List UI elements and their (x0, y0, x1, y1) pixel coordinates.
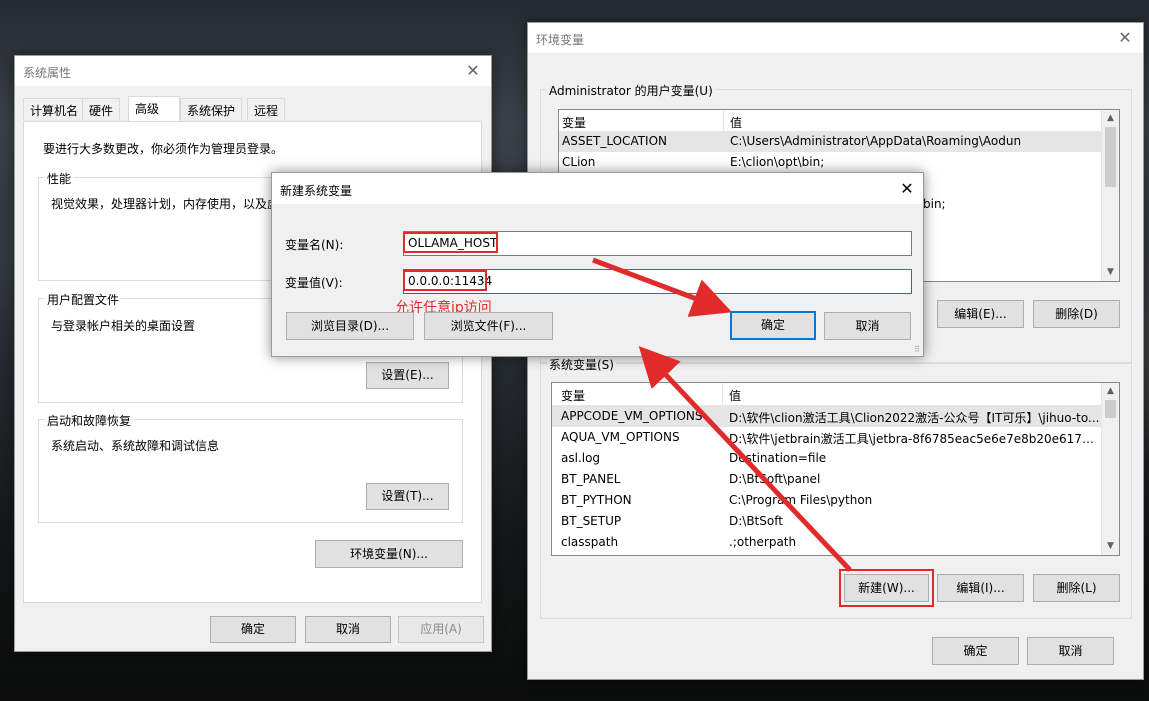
column-header-value[interactable]: 值 (729, 387, 741, 404)
scroll-thumb[interactable] (1105, 400, 1116, 418)
edit-variable-button[interactable]: 编辑(I)... (937, 574, 1024, 602)
table-row[interactable]: BT_PANEL D:\BtSoft\panel (552, 469, 1102, 490)
performance-label: 性能 (45, 170, 74, 187)
cancel-button[interactable]: 取消 (824, 312, 911, 340)
table-row[interactable]: CLion E:\clion\opt\bin; (559, 152, 1102, 173)
tab-advanced[interactable]: 高级 (128, 96, 180, 121)
highlight-variable-name (403, 232, 498, 253)
scroll-down-icon[interactable]: ▼ (1102, 264, 1119, 281)
variable-name: classpath (561, 535, 619, 549)
variable-value: E:\clion\opt\bin; (730, 155, 825, 169)
close-icon[interactable]: ✕ (461, 60, 485, 82)
system-variables-group: 系统变量(S) 变量 值 APPCODE_VM_OPTIONS D:\软件\cl… (540, 356, 1132, 619)
variable-value: D:\软件\clion激活工具\Clion2022激活-公众号【IT可乐】\ji… (729, 411, 1100, 425)
scroll-up-icon[interactable]: ▲ (1102, 383, 1119, 400)
user-profile-desc: 与登录帐户相关的桌面设置 (51, 319, 196, 333)
system-variables-list[interactable]: 变量 值 APPCODE_VM_OPTIONS D:\软件\clion激活工具\… (551, 382, 1120, 556)
variable-value: D:\软件\jetbrain激活工具\jetbra-8f6785eac5e6e7… (729, 432, 1101, 446)
variable-name: CLion (562, 155, 596, 169)
dialog-title: 新建系统变量 (280, 184, 353, 198)
highlight-variable-value (403, 270, 487, 291)
tab-remote[interactable]: 远程 (247, 98, 286, 120)
variable-value: .;otherpath (729, 535, 797, 549)
scroll-down-icon[interactable]: ▼ (1102, 538, 1119, 555)
list-header: 变量 值 (552, 383, 1102, 406)
environment-variables-button[interactable]: 环境变量(N)... (315, 540, 463, 568)
variable-value: D:\BtSoft (729, 514, 783, 528)
window-title: 环境变量 (536, 33, 585, 47)
variable-name: APPCODE_VM_OPTIONS (561, 409, 703, 423)
vertical-scrollbar[interactable]: ▲ ▼ (1101, 383, 1119, 555)
highlight-new-button (839, 569, 934, 607)
column-divider[interactable] (723, 110, 724, 132)
variable-value: C:\Program Files\python (729, 493, 873, 507)
vertical-scrollbar[interactable]: ▲ ▼ (1101, 110, 1119, 281)
system-variables-label: 系统变量(S) (547, 356, 616, 373)
startup-recovery-label: 启动和故障恢复 (45, 412, 134, 429)
user-profile-label: 用户配置文件 (45, 291, 122, 308)
variable-value-label: 变量值(V): (285, 276, 343, 290)
ok-button[interactable]: 确定 (210, 616, 296, 643)
user-edit-button[interactable]: 编辑(E)... (937, 300, 1024, 328)
variable-name: BT_PYTHON (561, 493, 632, 507)
variable-name-label: 变量名(N): (285, 238, 344, 252)
close-icon[interactable]: ✕ (895, 178, 919, 200)
column-divider[interactable] (722, 383, 723, 405)
delete-variable-button[interactable]: 删除(L) (1033, 574, 1120, 602)
user-delete-button[interactable]: 删除(D) (1033, 300, 1120, 328)
tab-hardware[interactable]: 硬件 (82, 98, 121, 120)
admin-notice: 要进行大多数更改，你必须作为管理员登录。 (43, 142, 284, 156)
table-row[interactable]: APPCODE_VM_OPTIONS D:\软件\clion激活工具\Clion… (552, 406, 1102, 427)
user-variables-label: Administrator 的用户变量(U) (547, 82, 715, 99)
ok-button[interactable]: 确定 (932, 637, 1019, 665)
ok-button[interactable]: 确定 (730, 311, 816, 340)
resize-grip-icon[interactable]: ⠿ (914, 345, 920, 354)
table-row[interactable]: asl.log Destination=file (552, 448, 1102, 469)
title-bar: 系统属性 ✕ (15, 56, 491, 86)
tab-computer-name[interactable]: 计算机名 (23, 98, 86, 120)
variable-value: Destination=file (729, 451, 827, 465)
scroll-up-icon[interactable]: ▲ (1102, 110, 1119, 127)
startup-settings-button[interactable]: 设置(T)... (366, 483, 449, 510)
tab-strip: 计算机名 硬件 高级 系统保护 远程 (23, 96, 483, 122)
browse-file-button[interactable]: 浏览文件(F)... (424, 312, 553, 340)
title-bar: 环境变量 ✕ (528, 23, 1143, 53)
table-row[interactable]: ASSET_LOCATION C:\Users\Administrator\Ap… (559, 131, 1102, 152)
variable-name: BT_PANEL (561, 472, 621, 486)
title-bar: 新建系统变量 ✕ (272, 173, 923, 204)
cancel-button[interactable]: 取消 (1027, 637, 1114, 665)
cancel-button[interactable]: 取消 (305, 616, 391, 643)
list-header: 变量 值 (559, 110, 1102, 133)
browse-directory-button[interactable]: 浏览目录(D)... (286, 312, 414, 340)
startup-recovery-desc: 系统启动、系统故障和调试信息 (51, 439, 220, 453)
table-row[interactable]: classpath .;otherpath (552, 532, 1102, 553)
scroll-thumb[interactable] (1105, 127, 1116, 187)
column-header-variable[interactable]: 变量 (562, 114, 586, 131)
table-row[interactable]: AQUA_VM_OPTIONS D:\软件\jetbrain激活工具\jetbr… (552, 427, 1102, 448)
startup-recovery-group: 启动和故障恢复 系统启动、系统故障和调试信息 设置(T)... (38, 412, 463, 523)
variable-name: ASSET_LOCATION (562, 134, 668, 148)
table-row[interactable]: BT_SETUP D:\BtSoft (552, 511, 1102, 532)
variable-name: asl.log (561, 451, 601, 465)
tab-system-protection[interactable]: 系统保护 (180, 98, 243, 120)
window-title: 系统属性 (23, 66, 72, 80)
variable-name: BT_SETUP (561, 514, 622, 528)
apply-button[interactable]: 应用(A) (398, 616, 484, 643)
table-row[interactable]: BT_PYTHON C:\Program Files\python (552, 490, 1102, 511)
variable-value: bin; (923, 197, 946, 211)
column-header-variable[interactable]: 变量 (561, 387, 585, 404)
performance-desc: 视觉效果，处理器计划，内存使用，以及虚 (51, 197, 280, 211)
variable-value: D:\BtSoft\panel (729, 472, 821, 486)
new-system-variable-dialog: 新建系统变量 ✕ 变量名(N): OLLAMA_HOST 变量值(V): 0.0… (271, 172, 924, 357)
profile-settings-button[interactable]: 设置(E)... (366, 362, 449, 389)
column-header-value[interactable]: 值 (730, 114, 742, 131)
variable-name: AQUA_VM_OPTIONS (561, 430, 680, 444)
variable-value: C:\Users\Administrator\AppData\Roaming\A… (730, 134, 1022, 148)
close-icon[interactable]: ✕ (1113, 27, 1137, 49)
